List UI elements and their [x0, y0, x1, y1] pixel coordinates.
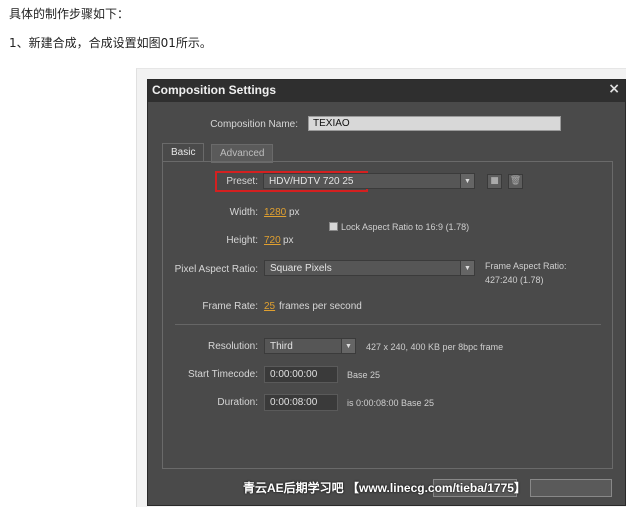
width-label: Width:: [229, 207, 258, 218]
article-line-1: 具体的制作步骤如下：: [9, 7, 130, 21]
pixel-aspect-value: Square Pixels: [270, 263, 332, 274]
comp-name-label: Composition Name:: [210, 119, 298, 130]
dialog-title: Composition Settings: [152, 83, 276, 97]
composition-settings-dialog: Composition Settings × Composition Name:…: [147, 79, 626, 506]
preset-select[interactable]: HDV/HDTV 720 25 ▼: [263, 173, 475, 189]
close-icon[interactable]: ×: [608, 81, 620, 97]
chevron-down-icon: ▼: [460, 261, 474, 275]
preset-label: Preset:: [226, 176, 258, 187]
article-line-2: 1、新建合成，合成设置如图01所示。: [9, 36, 212, 50]
section-divider: [175, 324, 601, 325]
duration-input[interactable]: 0:00:08:00: [264, 394, 338, 411]
delete-preset-icon[interactable]: 🗑: [508, 174, 523, 189]
pixel-aspect-label: Pixel Aspect Ratio:: [174, 264, 258, 275]
start-timecode-label: Start Timecode:: [187, 369, 258, 380]
frame-aspect-value: 427:240 (1.78): [485, 275, 544, 285]
lock-aspect-label: Lock Aspect Ratio to 16:9 (1.78): [341, 222, 470, 232]
dialog-titlebar: Composition Settings ×: [148, 80, 625, 102]
frame-rate-label: Frame Rate:: [202, 301, 258, 312]
comp-name-input[interactable]: TEXIAO: [308, 116, 561, 131]
resolution-select[interactable]: Third ▼: [264, 338, 356, 354]
lock-aspect-checkbox[interactable]: [329, 222, 338, 231]
frame-rate-unit: frames per second: [279, 301, 362, 312]
duration-info: is 0:00:08:00 Base 25: [347, 398, 435, 408]
height-label: Height:: [226, 235, 258, 246]
start-timecode-input[interactable]: 0:00:00:00: [264, 366, 338, 383]
watermark-text: 青云AE后期学习吧 【www.linecg.com/tieba/1775】: [243, 481, 526, 495]
save-preset-icon[interactable]: ■: [487, 174, 502, 189]
pixel-aspect-select[interactable]: Square Pixels ▼: [264, 260, 475, 276]
chevron-down-icon: ▼: [341, 339, 355, 353]
duration-label: Duration:: [217, 397, 258, 408]
cancel-button[interactable]: [530, 479, 612, 497]
resolution-label: Resolution:: [207, 341, 258, 352]
height-unit: px: [283, 235, 294, 246]
tab-basic[interactable]: Basic: [162, 143, 205, 162]
width-value[interactable]: 1280: [264, 207, 286, 218]
frame-rate-value[interactable]: 25: [264, 301, 275, 312]
resolution-value: Third: [270, 341, 293, 352]
start-timecode-base: Base 25: [347, 370, 381, 380]
width-unit: px: [289, 207, 300, 218]
frame-aspect-label: Frame Aspect Ratio:: [485, 261, 567, 271]
chevron-down-icon: ▼: [460, 174, 474, 188]
resolution-info: 427 x 240, 400 KB per 8bpc frame: [366, 342, 504, 352]
preset-value: HDV/HDTV 720 25: [269, 176, 354, 187]
height-value[interactable]: 720: [264, 235, 281, 246]
